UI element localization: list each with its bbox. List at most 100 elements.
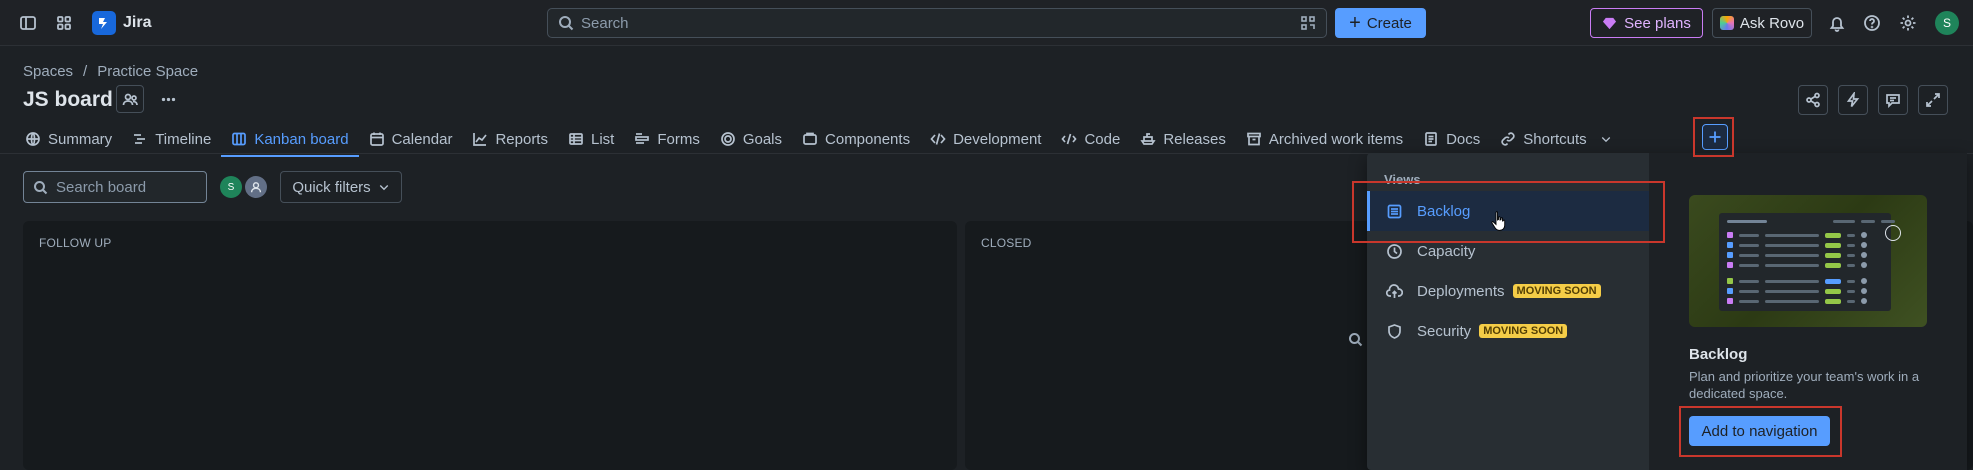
- create-label: Create: [1366, 14, 1412, 32]
- tab-code[interactable]: Code: [1051, 126, 1130, 152]
- preview-title: Backlog: [1689, 346, 1748, 363]
- tab-label: Goals: [742, 130, 783, 148]
- global-search-input[interactable]: Search: [547, 8, 1327, 38]
- team-access-icon[interactable]: [116, 85, 144, 113]
- tab-docs[interactable]: Docs: [1413, 126, 1490, 152]
- more-actions-icon[interactable]: [154, 85, 182, 113]
- plus-icon: [1709, 131, 1721, 143]
- tab-timeline[interactable]: Timeline: [122, 126, 221, 152]
- feedback-icon[interactable]: [1878, 85, 1908, 115]
- tab-list[interactable]: List: [558, 126, 624, 152]
- add-view-dropdown: Views Backlog Capacity Deployments MOVIN…: [1367, 153, 1967, 470]
- tab-label: Summary: [48, 130, 113, 148]
- board-search-placeholder: Search board: [56, 179, 147, 196]
- view-item-security[interactable]: Security MOVING SOON: [1367, 311, 1649, 351]
- share-icon[interactable]: [1798, 85, 1828, 115]
- tab-label: List: [590, 130, 615, 148]
- tab-label: Components: [825, 130, 911, 148]
- preview-row: [1727, 262, 1867, 268]
- development-icon: [930, 133, 946, 145]
- tab-releases[interactable]: Releases: [1130, 126, 1236, 152]
- chart-icon: [473, 133, 488, 146]
- view-item-deployments[interactable]: Deployments MOVING SOON: [1367, 271, 1649, 311]
- view-item-label: Capacity: [1417, 242, 1476, 260]
- search-placeholder: Search: [581, 15, 629, 32]
- add-view-button[interactable]: [1702, 124, 1728, 150]
- settings-gear-icon[interactable]: [1893, 8, 1923, 38]
- app-name[interactable]: Jira: [123, 14, 151, 32]
- tab-label: Development: [953, 130, 1042, 148]
- board-search-input[interactable]: Search board: [23, 171, 207, 203]
- tab-label: Archived work items: [1268, 130, 1404, 148]
- tab-label: Kanban board: [254, 130, 349, 148]
- space-tabs: Summary Timeline Kanban board Calendar R…: [25, 126, 1622, 157]
- preview-row: [1727, 242, 1867, 248]
- preview-row: [1727, 252, 1867, 258]
- backlog-preview-illustration: [1689, 195, 1927, 327]
- shield-icon: [1388, 323, 1401, 339]
- tab-forms[interactable]: Forms: [624, 126, 710, 152]
- view-item-label: Backlog: [1417, 202, 1471, 220]
- column-title: FOLLOW UP: [39, 236, 112, 250]
- help-icon[interactable]: [1857, 8, 1887, 38]
- breadcrumb-spaces[interactable]: Spaces: [23, 63, 73, 80]
- view-item-capacity[interactable]: Capacity: [1367, 231, 1649, 271]
- preview-row: [1727, 288, 1867, 294]
- assignee-avatar[interactable]: S: [220, 176, 242, 198]
- app-switcher-icon[interactable]: [49, 8, 79, 38]
- tab-reports[interactable]: Reports: [462, 126, 558, 152]
- tab-label: Code: [1084, 130, 1121, 148]
- user-avatar[interactable]: S: [1935, 11, 1959, 35]
- moving-soon-badge: MOVING SOON: [1512, 284, 1601, 298]
- archive-icon: [1247, 132, 1261, 146]
- tab-calendar[interactable]: Calendar: [359, 126, 463, 152]
- check-circle-icon: [1885, 225, 1901, 241]
- tab-label: Docs: [1446, 130, 1481, 148]
- qr-filter-icon[interactable]: [1300, 15, 1316, 31]
- tab-shortcuts[interactable]: Shortcuts: [1490, 126, 1621, 152]
- plus-icon: +: [1349, 12, 1361, 34]
- add-to-navigation-button[interactable]: Add to navigation: [1689, 416, 1830, 446]
- tab-label: Timeline: [155, 130, 212, 148]
- tab-label: Releases: [1163, 130, 1226, 148]
- tab-label: Forms: [657, 130, 700, 148]
- unassigned-avatar-icon[interactable]: [245, 176, 267, 198]
- tab-development[interactable]: Development: [920, 126, 1051, 152]
- chevron-down-icon: [379, 185, 388, 191]
- view-item-label: Deployments: [1417, 282, 1505, 300]
- globe-icon: [26, 132, 40, 146]
- view-item-label: Security: [1417, 322, 1472, 340]
- tab-kanban-board[interactable]: Kanban board: [221, 126, 359, 157]
- ship-icon: [1140, 133, 1156, 145]
- see-plans-label: See plans: [1624, 14, 1691, 32]
- automation-lightning-icon[interactable]: [1838, 85, 1868, 115]
- column-search-icon[interactable]: [1348, 332, 1364, 348]
- preview-row: [1727, 298, 1867, 304]
- top-navigation-bar: Jira Search + Create See plans Ask Rovo …: [0, 0, 1973, 46]
- views-heading: Views: [1384, 172, 1421, 187]
- chevron-down-icon[interactable]: [1600, 133, 1612, 145]
- notifications-bell-icon[interactable]: [1822, 8, 1852, 38]
- goal-icon: [720, 132, 735, 146]
- backlog-icon: [1387, 204, 1402, 218]
- tab-archived-work-items[interactable]: Archived work items: [1236, 126, 1413, 152]
- view-preview-panel: Backlog Plan and prioritize your team's …: [1649, 153, 1967, 470]
- link-icon: [1501, 132, 1515, 146]
- see-plans-button[interactable]: See plans: [1590, 8, 1703, 38]
- list-icon: [569, 133, 583, 145]
- component-icon: [803, 132, 817, 145]
- views-list: Views Backlog Capacity Deployments MOVIN…: [1367, 153, 1649, 470]
- ask-rovo-button[interactable]: Ask Rovo: [1712, 8, 1812, 38]
- preview-header-row: [1727, 219, 1895, 223]
- quick-filters-label: Quick filters: [292, 178, 371, 196]
- breadcrumb-practice-space[interactable]: Practice Space: [97, 63, 198, 80]
- sidebar-toggle-icon[interactable]: [13, 8, 43, 38]
- fullscreen-icon[interactable]: [1918, 85, 1948, 115]
- tab-summary[interactable]: Summary: [25, 126, 122, 152]
- create-button[interactable]: + Create: [1335, 8, 1426, 38]
- quick-filters-dropdown[interactable]: Quick filters: [280, 171, 402, 203]
- tab-goals[interactable]: Goals: [710, 126, 792, 152]
- tab-components[interactable]: Components: [792, 126, 920, 152]
- jira-logo-icon[interactable]: [92, 11, 116, 35]
- view-item-backlog[interactable]: Backlog: [1367, 191, 1649, 231]
